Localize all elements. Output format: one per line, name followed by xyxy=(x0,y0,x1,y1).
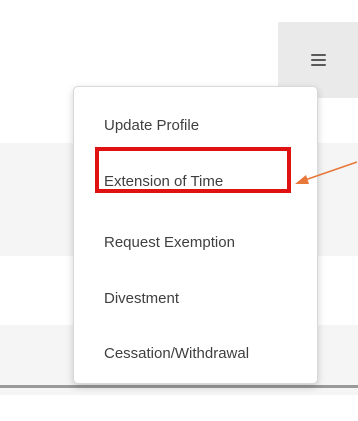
menu-item-divestment[interactable]: Divestment xyxy=(104,290,179,307)
top-bar xyxy=(0,0,358,20)
background-divider xyxy=(0,385,358,388)
hamburger-icon xyxy=(310,54,326,66)
dropdown-menu: Update Profile Extension of Time Request… xyxy=(73,86,318,384)
menu-item-cessation-withdrawal[interactable]: Cessation/Withdrawal xyxy=(104,345,249,362)
menu-item-request-exemption[interactable]: Request Exemption xyxy=(104,234,235,251)
menu-item-extension-of-time[interactable]: Extension of Time xyxy=(104,173,223,190)
arrow-icon xyxy=(295,161,358,184)
menu-item-update-profile[interactable]: Update Profile xyxy=(104,117,199,134)
screen: Update Profile Extension of Time Request… xyxy=(0,0,358,421)
